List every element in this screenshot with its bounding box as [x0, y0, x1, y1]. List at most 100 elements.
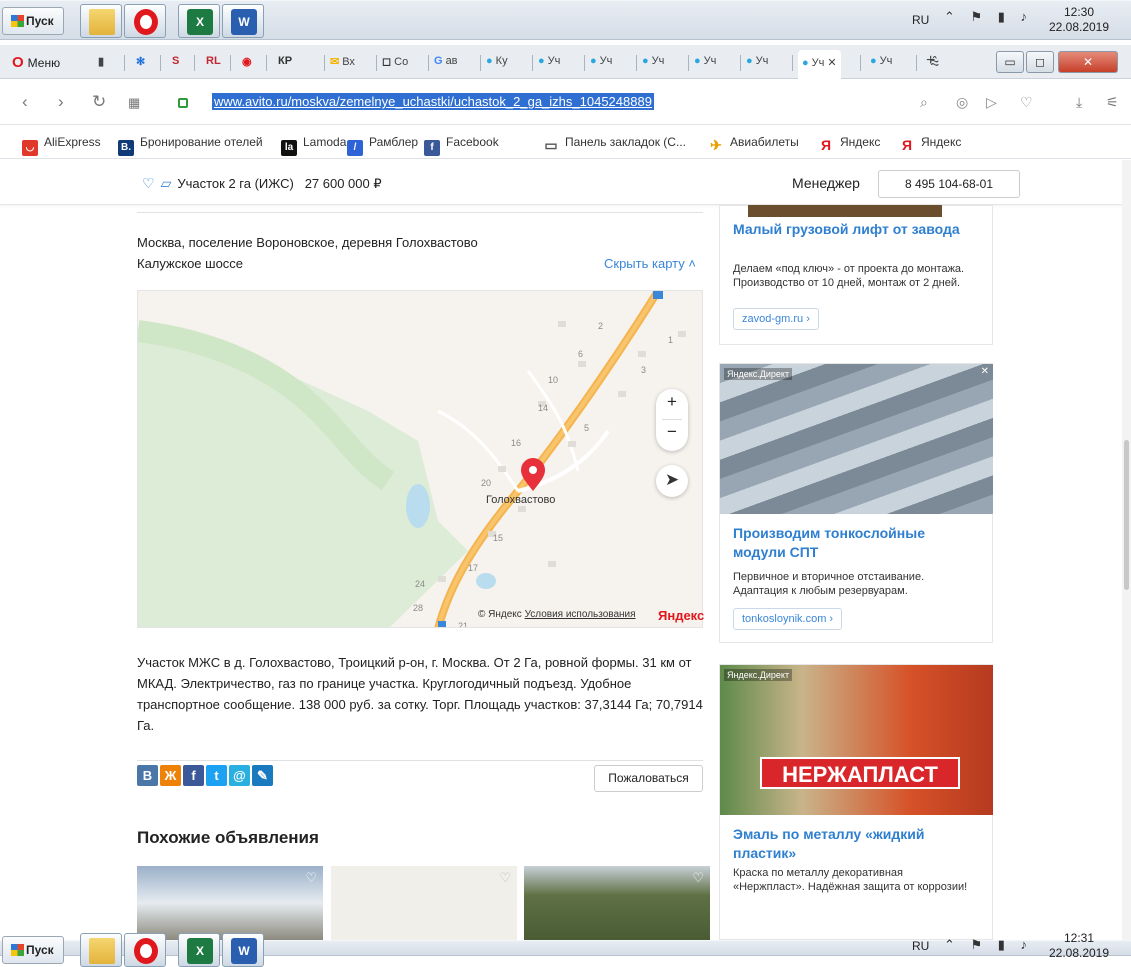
- clock[interactable]: 12:31 22.08.2019: [1044, 931, 1114, 961]
- close-tab-icon[interactable]: ✕: [824, 57, 836, 69]
- note-icon[interactable]: ▱: [161, 175, 172, 191]
- taskbar-excel-button[interactable]: X: [178, 933, 220, 967]
- bookmark-item[interactable]: / Рамблер: [347, 135, 418, 156]
- pinned-tab-eye[interactable]: ◉: [242, 52, 255, 74]
- bookmark-item[interactable]: B. Бронирование отелей: [118, 135, 263, 156]
- similar-listing-thumb[interactable]: ♡: [137, 866, 323, 940]
- sticky-header: ♡ ▱ Участок 2 га (ИЖС) 27 600 000 ₽ Менедж…: [0, 160, 1131, 205]
- share-ok-icon[interactable]: Ж: [160, 765, 181, 786]
- bookmark-item[interactable]: ✈ Авиабилеты: [708, 135, 799, 153]
- tray-icons[interactable]: ⌃ ⚑ ▮ ♪: [944, 937, 1033, 953]
- similar-listing-thumb[interactable]: ♡: [524, 866, 710, 940]
- ad-link[interactable]: tonkosloynik.com ›: [733, 608, 843, 630]
- browser-tab[interactable]: ✉ Вх: [330, 52, 355, 74]
- ad-image: Яндекс.Директ ✕: [720, 364, 993, 514]
- browser-tab[interactable]: ● Уч: [538, 52, 560, 74]
- bookmark-item[interactable]: la Lamoda: [281, 135, 346, 156]
- camera-icon[interactable]: ◎: [956, 94, 968, 111]
- back-icon[interactable]: ‹: [22, 92, 28, 112]
- zoom-in-button[interactable]: +: [656, 392, 688, 412]
- map[interactable]: 2 1 6 3 10 14 5 16 20 15 17 24 28 21 Гол…: [137, 290, 703, 628]
- hide-map-link[interactable]: Скрыть карту ˄: [604, 256, 696, 271]
- url-box[interactable]: www.avito.ru/moskva/zemelnye_uchastki/uc…: [172, 90, 1062, 116]
- ad-title[interactable]: Малый грузовой лифт от завода: [733, 220, 973, 239]
- ad-title[interactable]: Эмаль по металлу «жидкий пластик»: [733, 825, 973, 863]
- browser-tab[interactable]: ● Уч: [590, 52, 612, 74]
- browser-tab[interactable]: ● Уч: [694, 52, 716, 74]
- pinned-tab-s[interactable]: S: [172, 52, 182, 74]
- ad-link[interactable]: zavod-gm.ru ›: [733, 308, 819, 330]
- taskbar-explorer-button[interactable]: [80, 933, 122, 967]
- speed-dial-icon[interactable]: ▦: [128, 95, 140, 111]
- bookmark-icon: ▭: [543, 137, 559, 153]
- bookmark-item[interactable]: Я Яндекс: [818, 135, 880, 153]
- pinned-tab-doc[interactable]: ▮: [98, 52, 107, 74]
- search-icon[interactable]: ⌕: [920, 94, 928, 111]
- ad-image: [748, 205, 942, 217]
- browser-tab[interactable]: ● Ку: [486, 52, 508, 74]
- favorite-heart-icon[interactable]: ♡: [692, 870, 704, 886]
- tab-favicon-icon: ●: [694, 55, 701, 67]
- url-input[interactable]: www.avito.ru/moskva/zemelnye_uchastki/uc…: [212, 93, 654, 110]
- send-icon[interactable]: ▷: [986, 94, 997, 111]
- map-canvas[interactable]: 2 1 6 3 10 14 5 16 20 15 17 24 28 21 Гол…: [138, 291, 703, 628]
- favorite-heart-icon[interactable]: ♡: [305, 870, 317, 886]
- tab-menu-icon[interactable]: ⩯: [930, 52, 939, 74]
- close-window-button[interactable]: ✕: [1058, 51, 1118, 73]
- tab-label: Ку: [495, 55, 508, 67]
- bookmark-item[interactable]: ▭ Панель закладок (С...: [543, 135, 686, 153]
- language-indicator[interactable]: RU: [912, 939, 929, 953]
- browser-tab[interactable]: ● Уч: [642, 52, 664, 74]
- zoom-out-button[interactable]: −: [656, 422, 688, 442]
- share-mail-icon[interactable]: @: [229, 765, 250, 786]
- share-tw-icon[interactable]: t: [206, 765, 227, 786]
- opera-menu-button[interactable]: O Меню: [12, 54, 60, 71]
- settings-icon[interactable]: ⚟: [1106, 94, 1119, 111]
- browser-tab[interactable]: КР: [278, 52, 295, 74]
- bookmark-item[interactable]: f Facebook: [424, 135, 499, 156]
- similar-listing-thumb[interactable]: ♡: [331, 866, 517, 940]
- share-vk-icon[interactable]: В: [137, 765, 158, 786]
- bookmark-item[interactable]: ◡ AliExpress: [22, 135, 101, 156]
- browser-tab[interactable]: ● Уч: [870, 52, 892, 74]
- taskbar-word-button[interactable]: W: [222, 933, 264, 967]
- bookmark-item[interactable]: Я Яндекс: [899, 135, 961, 153]
- forward-icon[interactable]: ›: [58, 92, 64, 112]
- language-indicator[interactable]: RU: [912, 13, 929, 27]
- start-button[interactable]: Пуск: [2, 7, 64, 35]
- browser-tab[interactable]: ● Уч: [746, 52, 768, 74]
- house-number: 1: [668, 335, 673, 345]
- close-icon[interactable]: ✕: [981, 366, 989, 377]
- ad-title[interactable]: Производим тонкослойные модули СПТ: [733, 524, 973, 562]
- maximize-button[interactable]: ◻: [1026, 51, 1054, 73]
- reload-icon[interactable]: ↻: [92, 92, 106, 112]
- browser-tab[interactable]: Gав: [434, 52, 458, 74]
- favorite-heart-icon[interactable]: ♡: [499, 870, 511, 886]
- taskbar-word-button[interactable]: W: [222, 4, 264, 38]
- taskbar-opera-button[interactable]: [124, 933, 166, 967]
- taskbar-opera-button[interactable]: [124, 4, 166, 38]
- geolocation-button[interactable]: ➤: [656, 465, 688, 497]
- phone-button[interactable]: 8 495 104-68-01: [878, 170, 1020, 198]
- browser-tab[interactable]: ◻ Co: [382, 52, 408, 74]
- pinned-tab-rl[interactable]: RL: [206, 52, 224, 74]
- share-lj-icon[interactable]: ✎: [252, 765, 273, 786]
- browser-tab[interactable]: ● Уч ✕: [798, 50, 841, 79]
- heart-icon[interactable]: ♡: [1020, 94, 1033, 111]
- clock[interactable]: 12:30 22.08.2019: [1044, 5, 1114, 35]
- minimize-button[interactable]: ▭: [996, 51, 1024, 73]
- favorite-heart-icon[interactable]: ♡: [142, 175, 155, 191]
- tray-icons[interactable]: ⌃ ⚑ ▮ ♪: [944, 9, 1033, 25]
- share-fb-icon[interactable]: f: [183, 765, 204, 786]
- tab-label: Уч: [703, 55, 717, 67]
- taskbar-explorer-button[interactable]: [80, 4, 122, 38]
- complain-button[interactable]: Пожаловаться: [594, 765, 703, 792]
- start-button[interactable]: Пуск: [2, 936, 64, 964]
- download-icon[interactable]: ⤓: [1076, 94, 1082, 111]
- scrollbar-thumb[interactable]: [1124, 440, 1129, 590]
- map-terms-link[interactable]: Условия использования: [525, 609, 636, 620]
- pinned-tab-snow[interactable]: ✻: [136, 52, 148, 74]
- yandex-logo[interactable]: Яндекс: [658, 608, 704, 623]
- taskbar-excel-button[interactable]: X: [178, 4, 220, 38]
- divider: [137, 760, 703, 761]
